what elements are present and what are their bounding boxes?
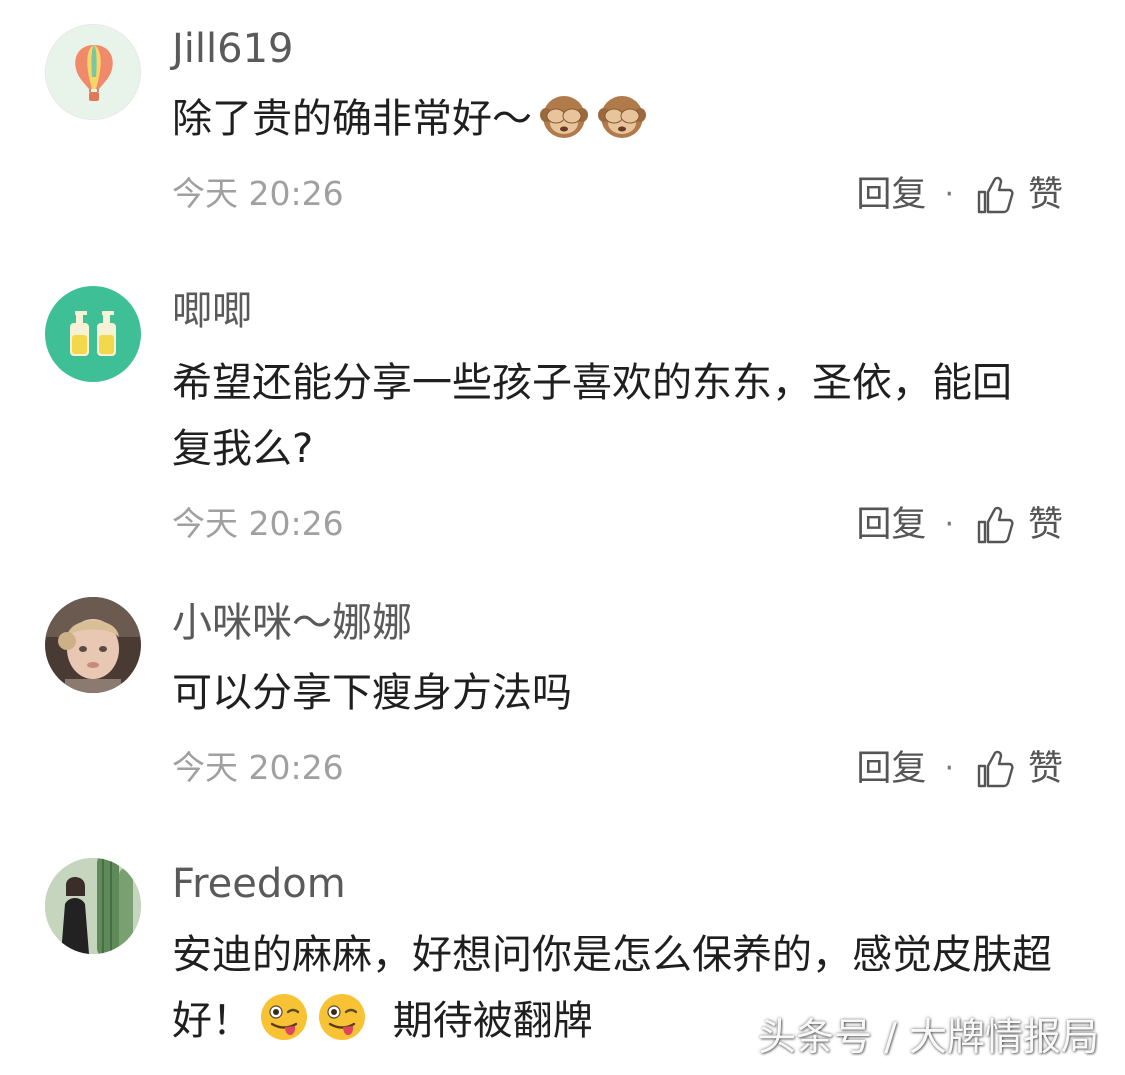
watermark: 头条号 / 大牌情报局 <box>758 1015 1099 1059</box>
username[interactable]: 小咪咪～娜娜 <box>172 599 412 647</box>
separator-dot: · <box>944 751 954 786</box>
hot-air-balloon-icon <box>46 25 140 119</box>
like-button[interactable]: 赞 <box>1028 175 1063 215</box>
comment-actions: 回复 · 赞 <box>856 175 1063 215</box>
comment-text: 希望还能分享一些孩子喜欢的东东，圣依，能回复我么? <box>172 360 1012 472</box>
avatar[interactable] <box>45 24 141 120</box>
comment-time: 今天 20:26 <box>172 748 344 787</box>
username[interactable]: 唧唧 <box>172 287 252 335</box>
like-button[interactable]: 赞 <box>1028 749 1063 789</box>
like-button[interactable]: 赞 <box>1028 505 1063 545</box>
comment-text-body: 除了贵的确非常好～ <box>172 96 532 142</box>
baby-photo <box>45 597 141 693</box>
username[interactable]: Jill619 <box>172 25 293 73</box>
reply-button[interactable]: 回复 <box>856 505 926 545</box>
comment-text-tail: 期待被翻牌 <box>392 998 593 1044</box>
comment-text: 可以分享下瘦身方法吗 <box>172 670 572 716</box>
cactus-photo <box>45 858 141 954</box>
reply-button[interactable]: 回复 <box>856 749 926 789</box>
reply-button[interactable]: 回复 <box>856 175 926 215</box>
avatar[interactable] <box>45 858 141 954</box>
username[interactable]: Freedom <box>172 860 346 908</box>
bottles-icon <box>45 286 141 382</box>
comment-actions: 回复 · 赞 <box>856 505 1063 545</box>
avatar[interactable] <box>45 597 141 693</box>
avatar[interactable] <box>45 286 141 382</box>
comment-time: 今天 20:26 <box>172 174 344 213</box>
see-no-evil-monkey-icon <box>596 89 648 161</box>
separator-dot: · <box>944 507 954 542</box>
see-no-evil-monkey-icon <box>538 89 590 161</box>
comment-text: 除了贵的确非常好～ <box>172 86 1072 161</box>
comment-actions: 回复 · 赞 <box>856 749 1063 789</box>
winking-face-with-tongue-icon <box>258 991 310 1063</box>
thumbs-up-icon[interactable] <box>976 175 1014 215</box>
winking-face-with-tongue-icon <box>316 991 368 1063</box>
thumbs-up-icon[interactable] <box>976 749 1014 789</box>
thumbs-up-icon[interactable] <box>976 505 1014 545</box>
separator-dot: · <box>944 177 954 212</box>
comment-time: 今天 20:26 <box>172 504 344 543</box>
